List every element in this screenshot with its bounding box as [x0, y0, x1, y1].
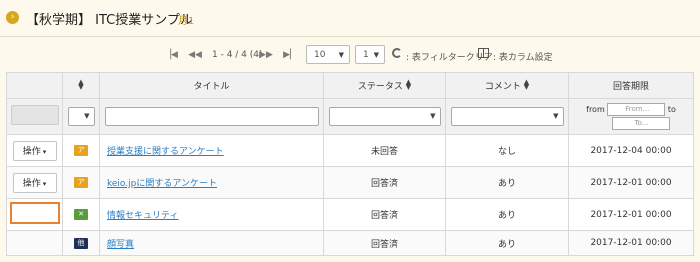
first-page-icon[interactable]: ▕◀: [162, 46, 180, 64]
filter-deadline-cell: from From... to To...: [568, 98, 694, 135]
pagination-info: 1 - 4 / 4 (4): [212, 50, 263, 60]
operation-button[interactable]: 操作 ▾: [12, 172, 57, 193]
header-title[interactable]: タイトル: [99, 72, 324, 99]
page-header: › 【秋学期】 ITC授業サンプル 月1: [0, 0, 700, 37]
sort-icon[interactable]: ▲ ▼: [406, 79, 411, 91]
header-action: [6, 72, 63, 99]
filter-comment-cell: ▼: [445, 98, 569, 135]
next-page-icon[interactable]: ▶▶: [257, 46, 275, 64]
survey-title-link[interactable]: 情報セキュリティ: [99, 198, 324, 231]
excel-type-icon: ✕: [74, 209, 88, 220]
column-settings-icon[interactable]: [478, 48, 489, 58]
filter-status-cell: ▼: [323, 98, 446, 135]
comment-filter-select[interactable]: ▼: [450, 107, 564, 126]
table-row: 操作 ▾ ア keio.jpに関するアンケート 回答済 あり 2017-12-01…: [6, 166, 694, 199]
chevron-down-icon: ▼: [338, 51, 344, 59]
caret-down-icon: ▾: [42, 179, 47, 188]
page-size-select[interactable]: 10 ▼: [306, 45, 350, 64]
header-comment[interactable]: コメント ▲ ▼: [445, 72, 569, 99]
page-title: 【秋学期】 ITC授業サンプル: [26, 13, 193, 28]
survey-title-link[interactable]: keio.jpに関するアンケート: [99, 166, 324, 199]
filter-action-cell: [6, 98, 63, 135]
comment-cell: なし: [445, 134, 569, 167]
chevron-down-icon: ▼: [553, 112, 559, 120]
status-cell: 回答済: [323, 230, 446, 256]
date-to-input[interactable]: To...: [611, 116, 670, 130]
status-filter-select[interactable]: ▼: [328, 107, 441, 126]
column-settings-link[interactable]: : 表カラム設定: [493, 50, 553, 63]
comment-cell: あり: [445, 166, 569, 199]
deadline-cell: 2017-12-01 00:00: [568, 230, 694, 256]
status-cell: 回答済: [323, 198, 446, 231]
pagination-bar: ▕◀ ◀◀ 1 - 4 / 4 (4) ▶▶ ▶▏ 10 ▼ 1 ▼ : 表フィルタ…: [0, 44, 700, 66]
sort-icon[interactable]: ▲ ▼: [524, 79, 529, 91]
schedule-badge: 月1: [178, 16, 195, 27]
caret-down-icon: ▾: [42, 147, 47, 156]
deadline-cell: 2017-12-01 00:00: [568, 166, 694, 199]
survey-title-link[interactable]: 顔写真: [99, 230, 324, 256]
sort-icon[interactable]: ▲ ▼: [78, 78, 83, 90]
table-row: 他 顔写真 回答済 あり 2017-12-01 00:00: [6, 230, 694, 256]
refresh-icon[interactable]: [392, 48, 402, 58]
other-type-icon: 他: [74, 237, 88, 249]
title-filter-input[interactable]: [104, 107, 319, 126]
survey-table: ▲ ▼ タイトル ステータス ▲ ▼ コメント ▲ ▼ 回答期限 ▼ ▼ ▼ from…: [6, 72, 694, 256]
deadline-cell: 2017-12-04 00:00: [568, 134, 694, 167]
filter-title-cell: [99, 98, 324, 135]
header-type[interactable]: ▲ ▼: [62, 72, 100, 99]
filter-row: ▼ ▼ ▼ from From... to To...: [6, 98, 694, 135]
prev-page-icon[interactable]: ◀◀: [186, 46, 204, 64]
highlighted-action-slot[interactable]: [9, 202, 60, 224]
chevron-down-icon: ▼: [84, 112, 90, 120]
comment-cell: あり: [445, 230, 569, 256]
filter-type-cell: ▼: [62, 98, 100, 135]
table-row: 操作 ▾ ア 授業支援に関するアンケート 未回答 なし 2017-12-04 00…: [6, 134, 694, 167]
chevron-down-icon: ▼: [430, 112, 436, 120]
table-header-row: ▲ ▼ タイトル ステータス ▲ ▼ コメント ▲ ▼ 回答期限: [6, 72, 694, 99]
deadline-cell: 2017-12-01 00:00: [568, 198, 694, 231]
survey-title-link[interactable]: 授業支援に関するアンケート: [99, 134, 324, 167]
last-page-icon[interactable]: ▶▏: [281, 46, 299, 64]
table-row: ✕ 情報セキュリティ 回答済 あり 2017-12-01 00:00: [6, 198, 694, 231]
header-deadline[interactable]: 回答期限: [568, 72, 694, 99]
survey-type-icon: ア: [74, 145, 88, 156]
page-number-select[interactable]: 1 ▼: [355, 45, 385, 64]
chevron-right-circle-icon[interactable]: ›: [6, 11, 19, 24]
header-status[interactable]: ステータス ▲ ▼: [323, 72, 446, 99]
status-cell: 回答済: [323, 166, 446, 199]
operation-button[interactable]: 操作 ▾: [12, 140, 57, 161]
filter-disabled-box: [10, 105, 59, 125]
survey-type-icon: ア: [74, 177, 88, 188]
chevron-down-icon: ▼: [373, 51, 379, 59]
comment-cell: あり: [445, 198, 569, 231]
status-cell: 未回答: [323, 134, 446, 167]
type-filter-select[interactable]: ▼: [67, 107, 95, 126]
date-from-input[interactable]: From...: [607, 102, 666, 116]
